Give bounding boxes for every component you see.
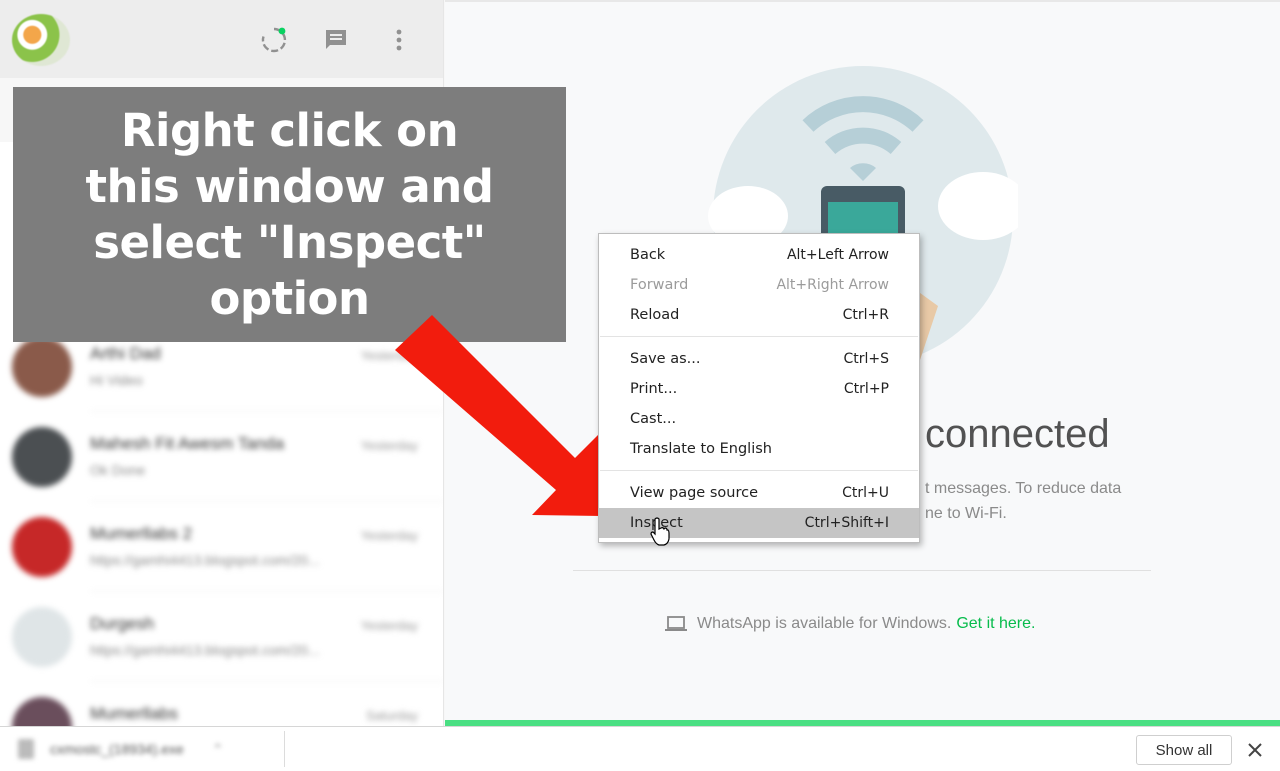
main-description-line2: ne to Wi-Fi.: [925, 505, 1007, 522]
new-chat-icon[interactable]: [322, 26, 350, 54]
chat-preview: https://gamhi4413.blogspot.com/20...: [90, 552, 320, 568]
caption-line: this window and: [85, 159, 494, 213]
menu-separator: [600, 336, 918, 337]
menu-item-label: View page source: [630, 485, 758, 501]
sidebar-header: [0, 0, 443, 78]
menu-item-shortcut: Ctrl+P: [843, 381, 889, 397]
chat-name: Mumerllabs 2: [90, 524, 193, 543]
download-file-name: cxmostc_(18934).exe: [50, 741, 184, 757]
menu-item-reload[interactable]: Reload Ctrl+R: [599, 300, 919, 330]
menu-item-forward[interactable]: Forward Alt+Right Arrow: [599, 270, 919, 300]
menu-item-inspect[interactable]: Inspect Ctrl+Shift+I: [599, 508, 919, 538]
avatar: [12, 607, 72, 667]
file-icon: [18, 739, 34, 759]
menu-item-shortcut: Ctrl+S: [843, 351, 889, 367]
chat-name: Mahesh Fit Awesm Tanda: [90, 434, 285, 453]
main-divider: [573, 570, 1151, 571]
chat-preview: Hi Video: [90, 372, 143, 388]
chevron-down-icon[interactable]: ⌃: [212, 741, 224, 758]
download-divider: [284, 731, 285, 767]
get-it-here-link[interactable]: Get it here.: [956, 615, 1035, 633]
windows-availability-text: WhatsApp is available for Windows.: [697, 615, 952, 632]
menu-item-save-as[interactable]: Save as... Ctrl+S: [599, 344, 919, 374]
windows-availability-line: WhatsApp is available for Windows. Get i…: [665, 615, 1035, 633]
chat-list-item[interactable]: Mumerllabs Saturday: [0, 682, 443, 726]
avatar: [12, 337, 72, 397]
avatar: [12, 697, 72, 726]
chat-name: Durgesh: [90, 614, 155, 633]
instruction-caption: Right click on this window and select "I…: [13, 87, 566, 342]
chat-preview: https://gamhi4413.blogspot.com/20...: [90, 642, 320, 658]
menu-item-print[interactable]: Print... Ctrl+P: [599, 374, 919, 404]
menu-item-shortcut: Ctrl+U: [842, 485, 889, 501]
menu-item-label: Print...: [630, 381, 678, 397]
menu-item-label: Reload: [630, 307, 680, 323]
caption-text: Right click on this window and select "I…: [13, 103, 566, 327]
laptop-icon: [665, 615, 687, 633]
context-menu: Back Alt+Left Arrow Forward Alt+Right Ar…: [598, 233, 920, 543]
menu-item-view-source[interactable]: View page source Ctrl+U: [599, 478, 919, 508]
hand-cursor-icon: [650, 517, 670, 546]
main-description-line1: t messages. To reduce data: [925, 480, 1122, 497]
main-heading: connected: [925, 412, 1110, 456]
chat-preview: Ok Done: [90, 462, 146, 478]
menu-icon[interactable]: [385, 26, 413, 54]
menu-item-back[interactable]: Back Alt+Left Arrow: [599, 240, 919, 270]
menu-item-shortcut: Ctrl+R: [842, 307, 889, 323]
chat-list-item[interactable]: Mahesh Fit Awesm Tanda Yesterday Ok Done: [0, 412, 443, 502]
show-all-button[interactable]: Show all: [1136, 735, 1232, 765]
menu-item-label: Translate to English: [630, 441, 772, 457]
menu-item-shortcut: Alt+Right Arrow: [776, 277, 889, 293]
status-icon[interactable]: [260, 26, 288, 54]
avatar: [12, 517, 72, 577]
menu-separator: [600, 470, 918, 471]
chat-list-item[interactable]: Mumerllabs 2 Yesterday https://gamhi4413…: [0, 502, 443, 592]
chat-time: Yesterday: [360, 528, 418, 543]
chat-name: Arthi Dad: [90, 344, 161, 363]
menu-item-shortcut: Ctrl+Shift+I: [804, 515, 889, 531]
profile-avatar[interactable]: [12, 14, 70, 66]
downloads-bar: cxmostc_(18934).exe ⌃ Show all: [0, 726, 1280, 771]
avatar: [12, 427, 72, 487]
caption-line: Right click on: [120, 103, 459, 157]
menu-item-translate[interactable]: Translate to English: [599, 434, 919, 464]
menu-item-cast[interactable]: Cast...: [599, 404, 919, 434]
chat-name: Mumerllabs: [90, 704, 178, 723]
menu-item-label: Cast...: [630, 411, 677, 427]
chat-list-item[interactable]: Durgesh Yesterday https://gamhi4413.blog…: [0, 592, 443, 682]
menu-item-label: Back: [630, 247, 666, 263]
chat-time: Yesterday: [360, 618, 418, 633]
menu-item-label: Save as...: [630, 351, 701, 367]
menu-item-label: Forward: [630, 277, 689, 293]
menu-item-shortcut: Alt+Left Arrow: [786, 247, 889, 263]
red-arrow-icon: [395, 315, 602, 516]
chat-time: Saturday: [365, 708, 418, 723]
close-icon[interactable]: [1244, 739, 1266, 761]
download-item[interactable]: cxmostc_(18934).exe ⌃: [18, 739, 224, 759]
